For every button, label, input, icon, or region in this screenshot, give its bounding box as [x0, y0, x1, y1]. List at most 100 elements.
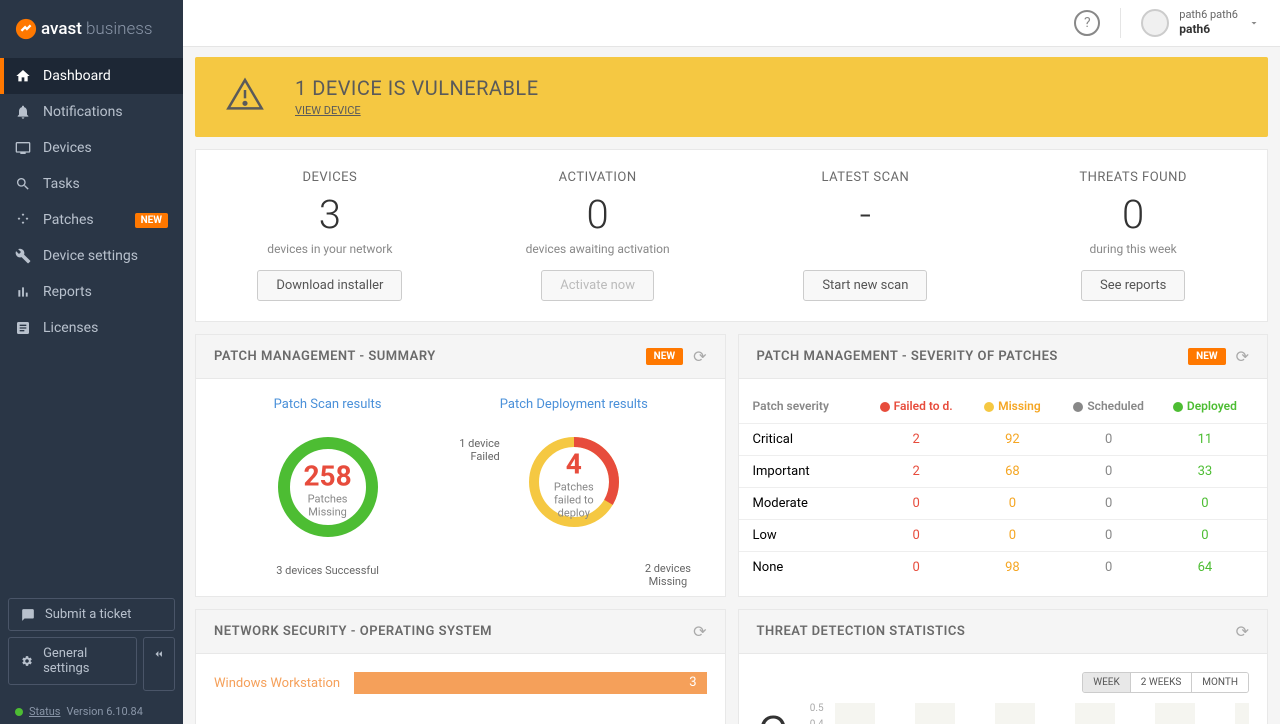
- time-tabs: WEEK2 WEEKSMONTH: [1082, 672, 1249, 693]
- help-button[interactable]: ?: [1074, 10, 1100, 36]
- refresh-icon[interactable]: ⟳: [693, 347, 706, 366]
- stat-devices: DEVICES 3 devices in your network Downlo…: [196, 170, 464, 301]
- severity-header: Missing: [964, 399, 1060, 413]
- stat-label: DEVICES: [196, 170, 464, 185]
- general-settings-label: General settings: [43, 646, 124, 676]
- logo: avast business: [0, 0, 183, 58]
- threat-chart-area: [835, 703, 1249, 724]
- chart-icon: [15, 284, 31, 300]
- y-tick: 0.4: [810, 719, 824, 724]
- donut-deploy: 4 Patches failed to deploy: [524, 432, 624, 536]
- sidebar-item-notifications[interactable]: Notifications: [0, 94, 183, 130]
- sev-deployed: 11: [1157, 432, 1253, 447]
- severity-row: Low 0 0 0 0: [739, 519, 1268, 551]
- sev-scheduled: 0: [1061, 528, 1157, 543]
- sev-deployed: 33: [1157, 464, 1253, 479]
- stat-sub: during this week: [999, 242, 1267, 256]
- time-tab-week[interactable]: WEEK: [1083, 673, 1131, 692]
- version-text: Version 6.10.84: [66, 705, 142, 718]
- refresh-icon[interactable]: ⟳: [1236, 347, 1249, 366]
- sidebar-item-device-settings[interactable]: Device settings: [0, 238, 183, 274]
- logo-text: avast: [41, 19, 82, 39]
- threat-panel: THREAT DETECTION STATISTICS ⟳ WEEK2 WEEK…: [738, 609, 1269, 724]
- sev-deployed: 0: [1157, 496, 1253, 511]
- alert-link[interactable]: VIEW DEVICE: [295, 104, 539, 117]
- donut-deploy-num: 4: [549, 448, 599, 481]
- os-row: Windows Workstation3: [214, 672, 707, 694]
- donut-deploy-anno2: 2 devices Missing: [638, 562, 698, 588]
- donut-deploy-title: Patch Deployment results: [500, 397, 648, 412]
- panel-title: PATCH MANAGEMENT - SEVERITY OF PATCHES: [757, 349, 1058, 364]
- donut-scan-anno: 3 devices Successful: [273, 564, 383, 578]
- sidebar-item-label: Patches: [43, 212, 94, 228]
- sev-name: Important: [753, 464, 869, 479]
- sev-name: None: [753, 560, 869, 575]
- severity-header: Scheduled: [1061, 399, 1157, 413]
- refresh-icon[interactable]: ⟳: [1236, 622, 1249, 641]
- sev-failed: 0: [868, 560, 964, 575]
- stat-button: Activate now: [541, 270, 654, 301]
- sev-scheduled: 0: [1061, 464, 1157, 479]
- sidebar-item-licenses[interactable]: Licenses: [0, 310, 183, 346]
- home-icon: [15, 68, 31, 84]
- severity-panel: PATCH MANAGEMENT - SEVERITY OF PATCHES N…: [738, 334, 1269, 597]
- user-menu[interactable]: path6 path6 path6: [1120, 8, 1260, 38]
- stat-threats-found: THREATS FOUND 0 during this week See rep…: [999, 170, 1267, 301]
- sev-deployed: 64: [1157, 560, 1253, 575]
- donut-deploy-sub: Patches failed to deploy: [549, 481, 599, 521]
- new-badge: NEW: [646, 348, 683, 365]
- stat-sub: devices awaiting activation: [464, 242, 732, 256]
- status-link[interactable]: Status: [29, 705, 60, 718]
- sev-scheduled: 0: [1061, 560, 1157, 575]
- monitor-icon: [15, 140, 31, 156]
- sidebar-item-tasks[interactable]: Tasks: [0, 166, 183, 202]
- donut-scan-num: 258: [300, 459, 355, 492]
- sidebar-item-label: Dashboard: [43, 68, 111, 84]
- sidebar-item-patches[interactable]: PatchesNEW: [0, 202, 183, 238]
- sev-name: Moderate: [753, 496, 869, 511]
- donut-scan-title: Patch Scan results: [273, 397, 383, 412]
- topbar: ? path6 path6 path6: [183, 0, 1280, 47]
- sev-scheduled: 0: [1061, 432, 1157, 447]
- stat-sub: devices in your network: [196, 242, 464, 256]
- panel-title: NETWORK SECURITY - OPERATING SYSTEM: [214, 624, 492, 639]
- panel-title: THREAT DETECTION STATISTICS: [757, 624, 966, 639]
- stat-value: 3: [196, 191, 464, 238]
- os-panel: NETWORK SECURITY - OPERATING SYSTEM ⟳ Wi…: [195, 609, 726, 724]
- severity-row: Critical 2 92 0 11: [739, 423, 1268, 455]
- time-tab-2-weeks[interactable]: 2 WEEKS: [1131, 673, 1193, 692]
- chevron-down-icon: [1248, 17, 1260, 29]
- refresh-icon[interactable]: ⟳: [693, 622, 706, 641]
- sev-failed: 0: [868, 496, 964, 511]
- patch-summary-panel: PATCH MANAGEMENT - SUMMARY NEW ⟳ Patch S…: [195, 334, 726, 597]
- license-icon: [15, 320, 31, 336]
- sev-failed: 2: [868, 432, 964, 447]
- search-icon: [15, 176, 31, 192]
- gear-icon: [21, 654, 33, 668]
- collapse-sidebar-button[interactable]: [143, 637, 175, 691]
- stat-button[interactable]: See reports: [1081, 270, 1185, 301]
- user-line1: path6 path6: [1179, 8, 1238, 22]
- sidebar-item-reports[interactable]: Reports: [0, 274, 183, 310]
- time-tab-month[interactable]: MONTH: [1192, 673, 1248, 692]
- y-tick: 0.5: [810, 703, 824, 714]
- warning-icon: [225, 75, 265, 119]
- alert-title: 1 DEVICE IS VULNERABLE: [295, 76, 539, 100]
- chat-icon: [21, 608, 35, 622]
- stat-value: 0: [999, 191, 1267, 238]
- severity-header: Failed to d.: [868, 399, 964, 413]
- sidebar-item-devices[interactable]: Devices: [0, 130, 183, 166]
- sev-missing: 92: [964, 432, 1060, 447]
- general-settings-button[interactable]: General settings: [8, 637, 137, 685]
- stat-activation: ACTIVATION 0 devices awaiting activation…: [464, 170, 732, 301]
- bell-icon: [15, 104, 31, 120]
- severity-row: None 0 98 0 64: [739, 551, 1268, 583]
- stat-button[interactable]: Download installer: [257, 270, 402, 301]
- submit-ticket-button[interactable]: Submit a ticket: [8, 598, 175, 631]
- patch-icon: [15, 212, 31, 228]
- wrench-icon: [15, 248, 31, 264]
- os-bar: 3: [354, 672, 707, 694]
- content: 1 DEVICE IS VULNERABLE VIEW DEVICE DEVIC…: [183, 47, 1280, 724]
- sidebar-item-dashboard[interactable]: Dashboard: [0, 58, 183, 94]
- stat-button[interactable]: Start new scan: [803, 270, 927, 301]
